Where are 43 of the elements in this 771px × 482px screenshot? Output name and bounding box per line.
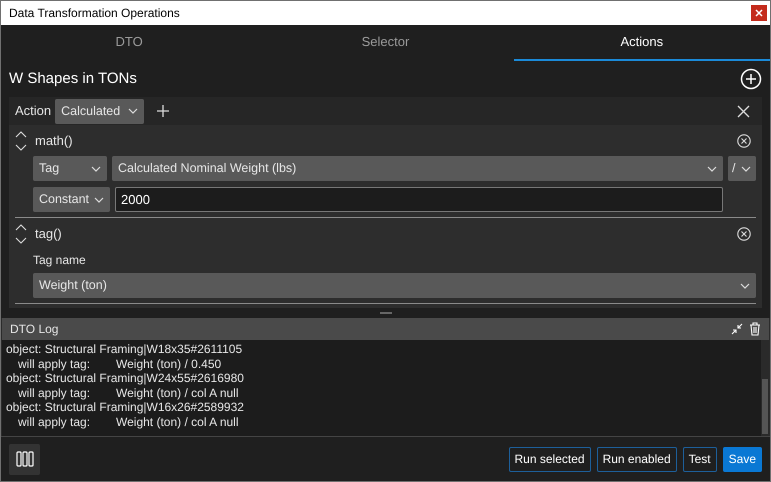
operation-name: math()	[35, 132, 73, 150]
dropdown[interactable]: Calculated	[55, 98, 144, 124]
splitter-handle[interactable]	[380, 312, 392, 314]
tab[interactable]: Selector	[257, 25, 514, 61]
close-icon	[755, 9, 763, 17]
log-line: object: Structural Framing|W18x35#2611105	[6, 342, 244, 356]
tab[interactable]: DTO	[1, 25, 258, 61]
log-label: will apply tag:	[17, 356, 92, 371]
action-button[interactable]: Run enabled	[596, 446, 677, 472]
reorder-arrows-icon[interactable]	[15, 130, 27, 152]
field-label: Tag name	[32, 252, 87, 269]
log-value: Weight (ton) / 0.450	[116, 356, 222, 371]
collapse-icon[interactable]	[731, 323, 743, 335]
remove-icon[interactable]	[737, 227, 751, 241]
columns-icon[interactable]	[9, 444, 40, 474]
close-button[interactable]	[751, 5, 767, 21]
log-label: will apply tag:	[17, 414, 92, 429]
dropdown[interactable]: /	[728, 156, 756, 181]
dropdown[interactable]: Constant	[33, 187, 110, 212]
action-button[interactable]: Test	[682, 446, 717, 472]
log-label: will apply tag:	[17, 386, 92, 400]
log-line: object: Structural Framing|W24x55#2616980	[6, 371, 245, 386]
dropdown[interactable]: Tag	[33, 156, 107, 181]
add-icon[interactable]	[740, 68, 762, 90]
action-button[interactable]: Run selected	[508, 446, 591, 472]
log-value: Weight (ton) / col A null	[116, 386, 239, 400]
dropdown[interactable]: Calculated Nominal Weight (lbs)	[112, 156, 723, 181]
close-icon[interactable]	[737, 104, 750, 118]
dropdown[interactable]: Weight (ton)	[33, 273, 756, 298]
trash-icon[interactable]	[749, 322, 761, 336]
input-field[interactable]: 2000	[115, 187, 723, 212]
remove-icon[interactable]	[737, 134, 751, 148]
operation-name: tag()	[35, 225, 62, 244]
action-button[interactable]: Save	[722, 446, 762, 472]
log-value: Weight (ton) / col A null	[116, 414, 239, 429]
log-line: object: Structural Framing|W16x26#2589932	[6, 400, 245, 414]
scrollbar-thumb[interactable]	[762, 379, 768, 434]
section-title: W Shapes in TONs	[9, 68, 137, 89]
window-title: Data Transformation Operations	[9, 5, 180, 22]
plus-icon[interactable]	[156, 104, 170, 118]
reorder-arrows-icon[interactable]	[15, 223, 27, 245]
action-label: Action	[15, 102, 52, 120]
log-title: DTO Log	[10, 321, 58, 338]
